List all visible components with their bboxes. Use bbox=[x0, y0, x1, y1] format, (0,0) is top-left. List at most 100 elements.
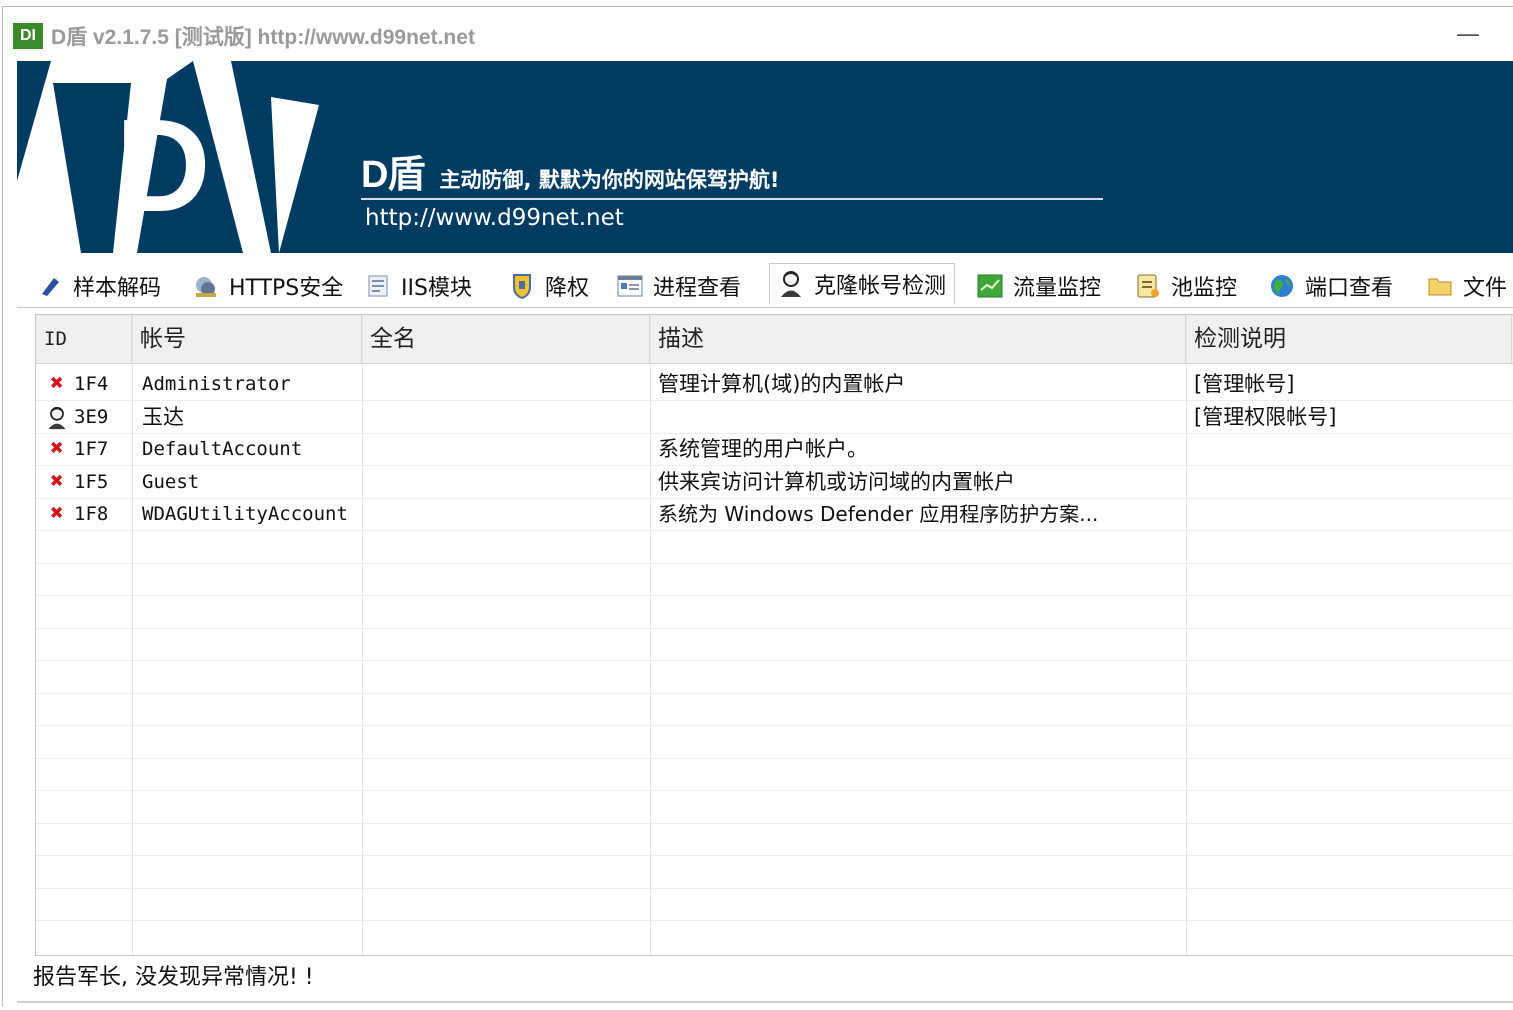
column-divider bbox=[650, 315, 651, 955]
tab-label: HTTPS安全 bbox=[229, 276, 344, 301]
minimize-button[interactable]: — bbox=[1453, 21, 1483, 49]
error-x-icon: ✖ bbox=[50, 371, 64, 396]
row-fullname-cell bbox=[370, 466, 648, 498]
user-icon bbox=[48, 406, 66, 429]
row-id-cell: ✖ 1F8 bbox=[46, 498, 132, 530]
tab-iis-module[interactable]: IIS模块 bbox=[365, 269, 472, 303]
row-divider bbox=[36, 725, 1513, 726]
row-account-cell: WDAGUtilityAccount bbox=[142, 503, 348, 525]
row-note-cell bbox=[1194, 498, 1510, 530]
account-table: ID 帐号 全名 描述 检测说明 ✖ 1F4 Administrator 管理计… bbox=[35, 314, 1513, 956]
row-fullname-cell bbox=[370, 401, 648, 433]
row-account-cell: 玉达 bbox=[142, 405, 184, 429]
status-divider bbox=[17, 1001, 1513, 1003]
folder-icon bbox=[1427, 273, 1453, 299]
shield-icon bbox=[509, 273, 535, 299]
column-header-id[interactable]: ID bbox=[36, 315, 132, 363]
row-id-cell: 3E9 bbox=[46, 401, 132, 433]
row-description-cell: 管理计算机(域)的内置帐户 bbox=[658, 372, 906, 396]
brand-divider bbox=[361, 198, 1103, 200]
error-x-icon: ✖ bbox=[50, 469, 64, 494]
row-description-cell: 系统管理的用户帐户。 bbox=[658, 437, 868, 461]
tab-pool-monitor[interactable]: 池监控 bbox=[1135, 269, 1237, 303]
tab-label: 降权 bbox=[545, 276, 590, 301]
header-banner: D D盾 主动防御, 默默为你的网站保驾护航! http://www.d99ne… bbox=[17, 61, 1513, 253]
tab-downgrade[interactable]: 降权 bbox=[509, 269, 589, 303]
row-account-cell: Guest bbox=[142, 471, 200, 493]
row-divider bbox=[36, 563, 1513, 564]
row-fullname-cell bbox=[370, 433, 648, 465]
row-divider bbox=[36, 823, 1513, 824]
chart-icon bbox=[977, 273, 1003, 299]
tab-sample-decode[interactable]: 样本解码 bbox=[37, 269, 161, 303]
user-icon bbox=[778, 271, 804, 297]
tab-file[interactable]: 文件 bbox=[1427, 269, 1507, 303]
column-divider bbox=[1186, 315, 1187, 955]
row-divider bbox=[36, 660, 1513, 661]
title-bar[interactable]: DI D盾 v2.1.7.5 [测试版] http://www.d99net.n… bbox=[3, 7, 1513, 61]
tab-label: 克隆帐号检测 bbox=[814, 274, 947, 299]
tab-label: IIS模块 bbox=[401, 276, 472, 301]
row-fullname-cell bbox=[370, 368, 648, 400]
row-description-cell: 系统为 Windows Defender 应用程序防护方案... bbox=[658, 502, 1099, 526]
row-id-cell: ✖ 1F5 bbox=[46, 466, 132, 498]
row-divider bbox=[36, 628, 1513, 629]
note-icon bbox=[1135, 273, 1161, 299]
row-divider bbox=[36, 790, 1513, 791]
window-title: D盾 v2.1.7.5 [测试版] http://www.d99net.net bbox=[51, 26, 475, 49]
app-window: DI D盾 v2.1.7.5 [测试版] http://www.d99net.n… bbox=[2, 6, 1513, 1007]
tab-traffic-monitor[interactable]: 流量监控 bbox=[977, 269, 1101, 303]
row-note-cell bbox=[1194, 466, 1510, 498]
tab-label: 端口查看 bbox=[1305, 276, 1394, 301]
row-divider bbox=[36, 693, 1513, 694]
row-divider bbox=[36, 530, 1513, 531]
brand-url[interactable]: http://www.d99net.net bbox=[365, 205, 624, 231]
row-divider bbox=[36, 855, 1513, 856]
brand-name: D盾 bbox=[361, 154, 425, 196]
module-icon bbox=[365, 273, 391, 299]
row-account-cell: DefaultAccount bbox=[142, 438, 303, 460]
row-note-cell bbox=[1194, 433, 1510, 465]
column-divider bbox=[132, 315, 133, 955]
column-header-account[interactable]: 帐号 bbox=[132, 315, 362, 363]
row-note-cell: [管理帐号] bbox=[1194, 372, 1295, 396]
row-divider bbox=[36, 888, 1513, 889]
column-header-fullname[interactable]: 全名 bbox=[362, 315, 650, 363]
table-header: ID 帐号 全名 描述 检测说明 bbox=[36, 315, 1513, 364]
tab-bar: 样本解码 HTTPS安全 IIS模块 降权 进程查看 克隆帐号检测 流量监控 池… bbox=[17, 263, 1513, 308]
row-divider bbox=[36, 758, 1513, 759]
status-message: 报告军长, 没发现异常情况! ! bbox=[33, 965, 314, 990]
tab-label: 流量监控 bbox=[1013, 276, 1102, 301]
row-id-cell: ✖ 1F4 bbox=[46, 368, 132, 400]
wand-icon bbox=[37, 273, 63, 299]
globe-icon bbox=[1269, 273, 1295, 299]
row-description-cell: 供来宾访问计算机或访问域的内置帐户 bbox=[658, 470, 1015, 494]
row-id-cell: ✖ 1F7 bbox=[46, 433, 132, 465]
row-note-cell: [管理权限帐号] bbox=[1194, 405, 1337, 429]
row-account-cell: Administrator bbox=[142, 373, 291, 395]
column-header-description[interactable]: 描述 bbox=[650, 315, 1186, 363]
brand-slogan: 主动防御, 默默为你的网站保驾护航! bbox=[439, 168, 780, 192]
tab-https-security[interactable]: HTTPS安全 bbox=[193, 269, 343, 303]
d-shield-logo-icon: D bbox=[17, 61, 319, 253]
error-x-icon: ✖ bbox=[50, 436, 64, 461]
tab-label: 样本解码 bbox=[73, 276, 162, 301]
error-x-icon: ✖ bbox=[50, 501, 64, 526]
tab-clone-account-check[interactable]: 克隆帐号检测 bbox=[769, 263, 956, 305]
satellite-icon bbox=[193, 273, 219, 299]
tab-port-view[interactable]: 端口查看 bbox=[1269, 269, 1393, 303]
tab-label: 池监控 bbox=[1171, 276, 1238, 301]
row-description-cell bbox=[658, 401, 1184, 433]
column-header-check-note[interactable]: 检测说明 bbox=[1186, 315, 1512, 363]
tab-label: 文件 bbox=[1463, 276, 1508, 301]
row-divider bbox=[36, 920, 1513, 921]
brand-heading: D盾 主动防御, 默默为你的网站保驾护航! bbox=[361, 143, 779, 198]
window-icon bbox=[617, 273, 643, 299]
tab-process-view[interactable]: 进程查看 bbox=[617, 269, 741, 303]
row-divider bbox=[36, 595, 1513, 596]
logo-letter: D bbox=[115, 92, 210, 239]
app-logo-icon: DI bbox=[13, 23, 43, 49]
row-fullname-cell bbox=[370, 498, 648, 530]
tab-label: 进程查看 bbox=[653, 276, 742, 301]
column-divider bbox=[362, 315, 363, 955]
